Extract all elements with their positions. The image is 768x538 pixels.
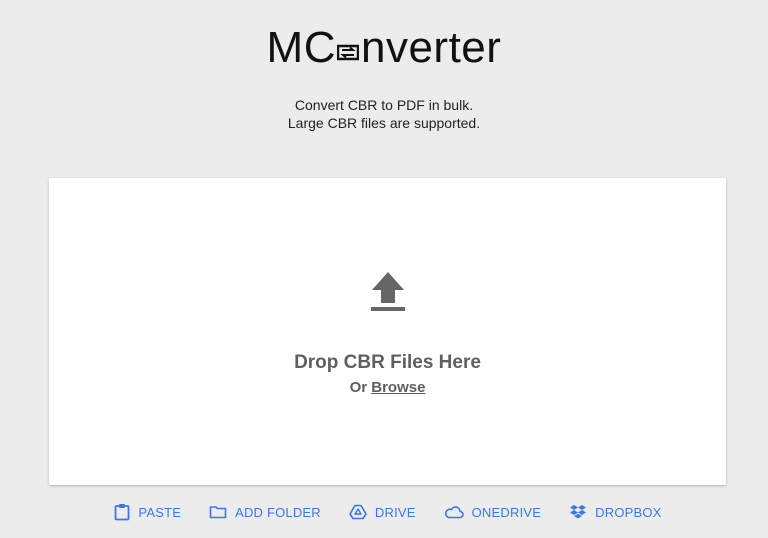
google-drive-icon [349, 504, 367, 520]
logo-prefix: MC [266, 23, 336, 72]
onedrive-label: ONEDRIVE [471, 504, 542, 520]
drop-files-title: Drop CBR Files Here [294, 352, 481, 373]
app-logo: MC nverter [0, 22, 768, 74]
tagline-line-2: Large CBR files are supported. [287, 115, 481, 131]
folder-icon [209, 506, 227, 519]
dropbox-button[interactable]: DROPBOX [569, 500, 661, 524]
onedrive-button[interactable]: ONEDRIVE [444, 500, 542, 524]
add-folder-label: ADD FOLDER [235, 504, 321, 520]
file-dropzone[interactable]: Drop CBR Files Here Or Browse [49, 178, 726, 485]
tagline-line-1: Convert CBR to PDF in bulk. [294, 97, 474, 113]
logo-suffix: nverter [360, 23, 502, 72]
browse-prompt: Or Browse [49, 379, 726, 396]
drive-button[interactable]: DRIVE [349, 500, 416, 524]
dropbox-label: DROPBOX [595, 504, 662, 520]
clipboard-icon [115, 504, 130, 521]
dropbox-icon [570, 505, 587, 519]
upload-icon [371, 272, 405, 311]
add-folder-button[interactable]: ADD FOLDER [209, 500, 321, 524]
paste-button[interactable]: PASTE [114, 500, 181, 524]
browse-link[interactable]: Browse [371, 379, 425, 396]
tagline: Convert CBR to PDF in bulk. Large CBR fi… [0, 96, 768, 132]
page: MC nverter Convert CBR to PDF in bulk. L… [0, 0, 768, 538]
paste-label: PASTE [138, 504, 182, 520]
import-sources-bar: PASTE ADD FOLDER DRIVE ONEDRIVE DROPBOX [0, 500, 768, 524]
or-text: Or [349, 379, 368, 396]
drive-label: DRIVE [374, 504, 416, 520]
onedrive-icon [444, 506, 464, 519]
convert-arrows-icon [336, 44, 359, 61]
